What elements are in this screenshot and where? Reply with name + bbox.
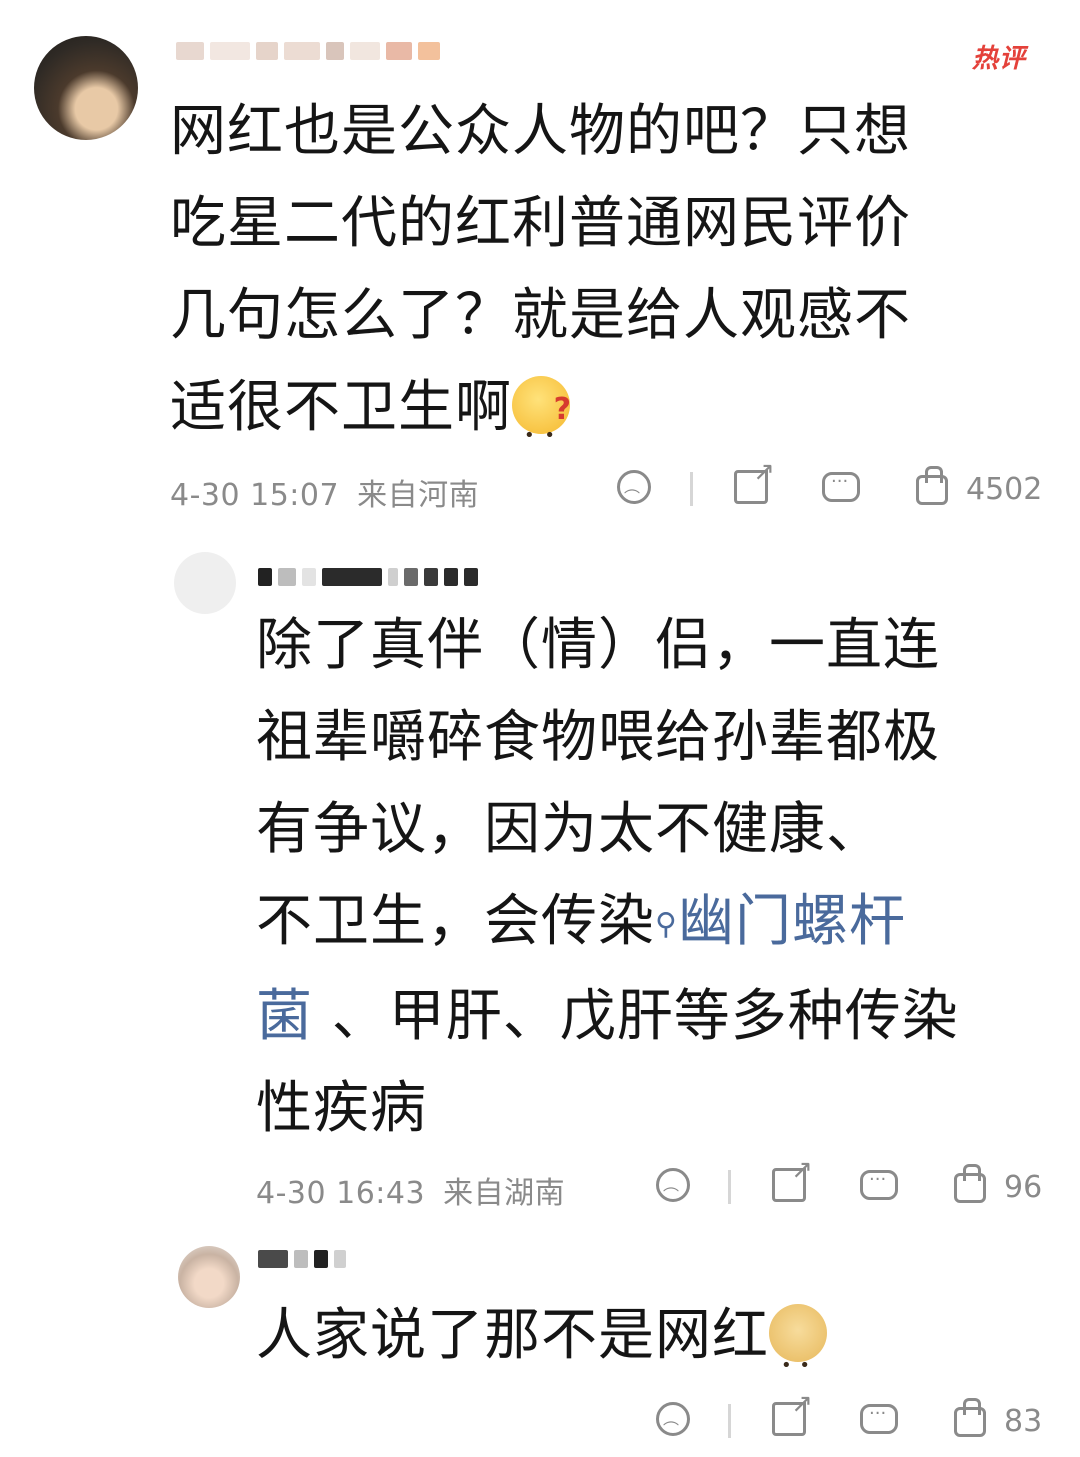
reply-button[interactable] xyxy=(860,1403,898,1434)
comment-line: 适很不卫生啊 xyxy=(170,375,512,440)
comment-icon xyxy=(822,471,860,502)
comment-line: 性疾病 xyxy=(256,1075,427,1141)
reply-button[interactable] xyxy=(822,471,860,502)
like-button[interactable]: 96 xyxy=(954,1163,1043,1205)
timestamp: 4-30 16:43 xyxy=(256,1176,426,1211)
comment-icon xyxy=(860,1169,898,1200)
comment-line: 不卫生，会传染⚲幽门螺杆 xyxy=(256,889,906,954)
comment-meta: 4-30 16:43 来自湖南 xyxy=(256,1168,565,1212)
comment-line: 人家说了那不是网红 xyxy=(256,1303,769,1368)
username-blurred[interactable] xyxy=(258,566,478,588)
dislike-icon xyxy=(656,1168,690,1202)
comment-line: 网红也是公众人物的吧？只想 xyxy=(170,99,911,164)
like-icon xyxy=(954,1397,986,1437)
dislike-icon xyxy=(656,1402,690,1436)
like-count: 4502 xyxy=(966,472,1043,507)
search-icon: ⚲ xyxy=(655,906,678,942)
dislike-icon xyxy=(617,470,651,504)
comment-line: 菌 、甲肝、戊肝等多种传染 xyxy=(256,983,959,1049)
share-icon xyxy=(772,1389,813,1436)
comment-line: 吃星二代的红利普通网民评价 xyxy=(170,191,911,256)
divider xyxy=(690,472,693,506)
comment-text: 人家说了那不是网红 xyxy=(256,1290,1056,1412)
avatar[interactable] xyxy=(178,1246,240,1308)
reply-button[interactable] xyxy=(860,1169,898,1200)
dislike-button[interactable] xyxy=(617,470,651,504)
hot-comment-badge: 热评 xyxy=(972,44,1027,74)
comment-line: 除了真伴（情）侣，一直连 xyxy=(256,613,940,678)
share-button[interactable] xyxy=(734,457,775,504)
search-link[interactable]: 幽门螺杆 xyxy=(678,889,906,954)
like-count: 83 xyxy=(1004,1404,1043,1439)
share-button[interactable] xyxy=(772,1155,813,1202)
location: 来自湖南 xyxy=(443,1176,566,1211)
timestamp: 4-30 15:07 xyxy=(170,478,340,513)
divider xyxy=(728,1404,731,1438)
comment-line: 有争议，因为太不健康、 xyxy=(256,797,883,862)
username-blurred[interactable] xyxy=(176,40,440,62)
dislike-button[interactable] xyxy=(656,1168,690,1202)
like-count: 96 xyxy=(1004,1170,1043,1205)
dislike-button[interactable] xyxy=(656,1402,690,1436)
search-link[interactable]: 菌 xyxy=(256,984,313,1049)
comment-meta: 4-30 15:07 来自河南 xyxy=(170,470,479,514)
share-button[interactable] xyxy=(772,1389,813,1436)
avatar[interactable] xyxy=(174,552,236,614)
doge-emoji xyxy=(769,1304,827,1412)
share-icon xyxy=(734,457,775,504)
thinking-emoji xyxy=(512,364,572,482)
like-button[interactable]: 83 xyxy=(954,1397,1043,1439)
username-blurred[interactable] xyxy=(258,1248,346,1270)
share-icon xyxy=(772,1155,813,1202)
comment-icon xyxy=(860,1403,898,1434)
comment-text: 除了真伴（情）侣，一直连 祖辈嚼碎食物喂给孙辈都极 有争议，因为太不健康、 不卫… xyxy=(256,600,1056,1155)
like-icon xyxy=(954,1163,986,1203)
like-icon xyxy=(916,465,948,505)
location: 来自河南 xyxy=(357,478,480,513)
comment-text: 网红也是公众人物的吧？只想 吃星二代的红利普通网民评价 几句怎么了？就是给人观感… xyxy=(170,86,1050,482)
comment-line: 祖辈嚼碎食物喂给孙辈都极 xyxy=(256,705,940,770)
comment-line: 几句怎么了？就是给人观感不 xyxy=(170,283,911,348)
divider xyxy=(728,1170,731,1204)
like-button[interactable]: 4502 xyxy=(916,465,1043,507)
avatar[interactable] xyxy=(34,36,138,140)
